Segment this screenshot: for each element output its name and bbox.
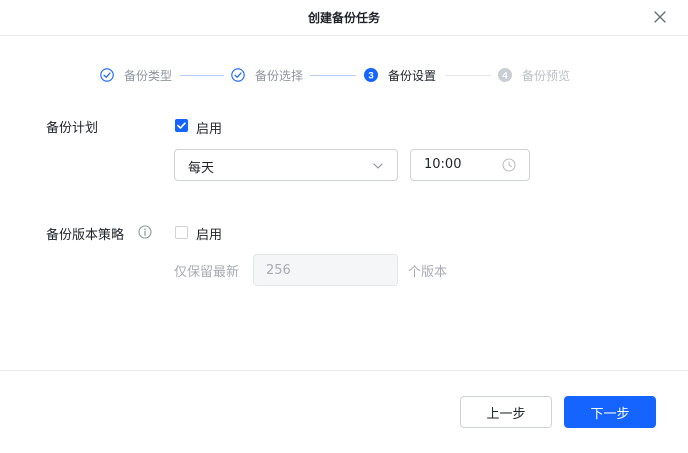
schedule-label: 备份计划 — [46, 121, 99, 136]
version-policy-label: 备份版本策略 — [46, 228, 125, 243]
time-value: 10:00 — [424, 157, 462, 172]
versions-unit-label: 个版本 — [408, 265, 448, 280]
step-label: 备份设置 — [388, 68, 437, 83]
step-connector — [180, 75, 224, 76]
step-number-icon: 3 — [364, 68, 378, 82]
step-backup-type: 备份类型 — [100, 65, 172, 85]
schedule-enable-checkbox[interactable] — [175, 119, 188, 132]
step-backup-settings: 3 备份设置 — [364, 65, 436, 85]
clock-icon — [502, 158, 516, 172]
step-label: 备份选择 — [255, 68, 304, 83]
step-backup-preview: 4 备份预览 — [498, 65, 570, 85]
dialog-title: 创建备份任务 — [307, 11, 380, 25]
create-backup-dialog: 创建备份任务 备份类型 备份选择 3 备份设置 4 备份预览 备份计划 启用 每… — [0, 0, 688, 452]
version-enable-label[interactable]: 启用 — [196, 224, 222, 243]
next-step-button[interactable]: 下一步 — [564, 396, 656, 428]
time-picker[interactable]: 10:00 — [410, 149, 530, 181]
keep-latest-label: 仅保留最新 — [174, 265, 240, 280]
schedule-enable-label[interactable]: 启用 — [196, 118, 222, 137]
step-label: 备份预览 — [522, 68, 571, 83]
keep-count-value: 256 — [266, 263, 291, 278]
previous-step-button[interactable]: 上一步 — [460, 396, 552, 428]
keep-count-input[interactable]: 256 — [253, 254, 398, 286]
version-enable-checkbox[interactable] — [175, 226, 188, 239]
step-backup-selection: 备份选择 — [231, 65, 303, 85]
step-number-icon: 4 — [498, 68, 512, 82]
check-circle-icon — [100, 68, 114, 82]
step-connector — [445, 75, 491, 76]
dialog-header: 创建备份任务 — [0, 0, 688, 36]
close-icon[interactable] — [652, 9, 668, 25]
dialog-footer: 上一步 下一步 — [0, 370, 688, 453]
frequency-select[interactable]: 每天 — [174, 149, 398, 181]
step-label: 备份类型 — [124, 68, 173, 83]
info-icon[interactable] — [138, 225, 152, 239]
step-number: 3 — [368, 70, 373, 81]
check-icon — [177, 122, 186, 129]
check-circle-icon — [231, 68, 245, 82]
step-connector — [310, 75, 356, 76]
frequency-value: 每天 — [188, 161, 215, 176]
chevron-down-icon — [373, 163, 383, 169]
step-number: 4 — [502, 70, 508, 81]
